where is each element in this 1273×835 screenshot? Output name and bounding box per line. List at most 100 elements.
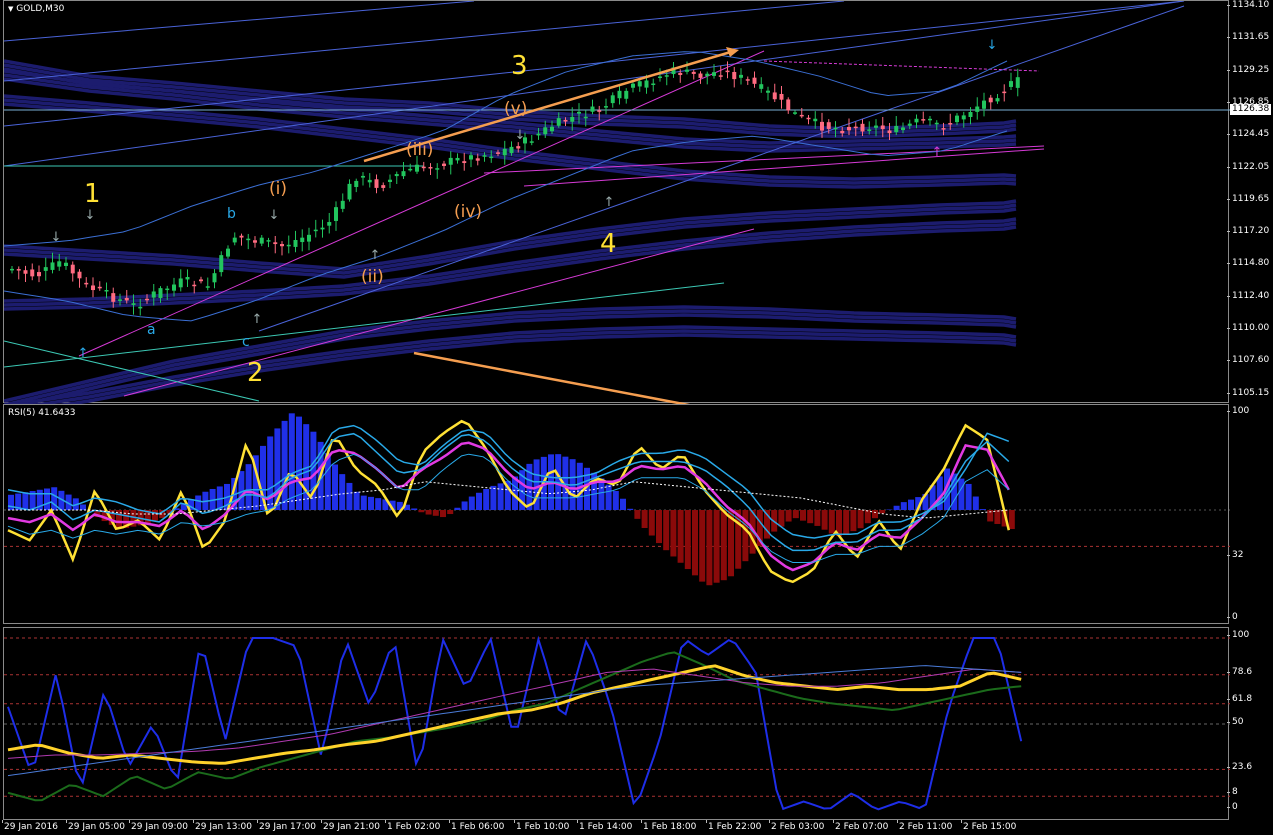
time-axis-label: 2 Feb 11:00 xyxy=(899,822,953,832)
axis-tick xyxy=(1227,231,1230,233)
candle-body xyxy=(232,237,237,243)
oscillator-axis: 100 78.6 61.8 50 23.6 8 0 xyxy=(1227,627,1273,820)
time-axis-tick xyxy=(129,820,130,823)
rsi-histogram-bar xyxy=(360,495,367,510)
wave-label-2: 2 xyxy=(247,358,264,388)
rsi-histogram-bar xyxy=(620,498,626,510)
candle-body xyxy=(590,106,595,112)
candle-body xyxy=(604,106,608,108)
rsi-histogram-bar xyxy=(605,484,612,510)
rsi-histogram-bar xyxy=(792,510,799,519)
axis-tick xyxy=(1227,5,1230,6)
candle-body xyxy=(759,84,764,89)
price-axis[interactable]: 1134.10 1131.65 1129.25 1126.85 1124.45 1122.… xyxy=(1227,0,1273,403)
time-axis-label: 29 Jan 2016 xyxy=(4,822,58,832)
time-axis-tick xyxy=(961,820,962,823)
rsi-histogram-bar xyxy=(490,485,497,510)
candle-body xyxy=(43,267,48,271)
rsi-tick-label: 32 xyxy=(1232,550,1244,560)
candle-body xyxy=(428,167,433,169)
axis-tick xyxy=(1227,360,1230,362)
candle-body xyxy=(529,141,534,143)
wave-label-v: (v) xyxy=(504,99,528,119)
candle-body xyxy=(212,273,217,283)
price-chart-pane[interactable]: ↓ ↓ ↑ ↑ ↓ ↑ ↓ ↑ ↓ ↑ ▼ GOLD,M30 1 2 3 4 a b c (i) … xyxy=(3,0,1230,404)
rsi-histogram-bar xyxy=(411,508,418,510)
candle-body xyxy=(84,282,89,285)
candle-body xyxy=(158,288,163,298)
candle-body xyxy=(394,174,399,177)
rsi-histogram-bar xyxy=(627,508,634,510)
rsi-histogram-bar xyxy=(368,496,374,510)
rsi-histogram-bar xyxy=(346,482,353,510)
candle-body xyxy=(124,297,129,301)
candle-body xyxy=(820,121,824,131)
rsi-histogram-bar xyxy=(720,510,727,581)
fractal-arrow-icon: ↑ xyxy=(78,346,89,361)
candle-body xyxy=(691,71,696,74)
time-axis-label: 2 Feb 07:00 xyxy=(835,822,889,832)
time-axis-tick xyxy=(2,820,3,823)
candle-body xyxy=(1009,81,1013,87)
candle-body xyxy=(907,123,912,126)
candle-body xyxy=(894,125,899,133)
rsi-histogram-bar xyxy=(425,510,432,515)
candle-body xyxy=(556,118,561,126)
oscillator-tick-label: 23.6 xyxy=(1232,762,1253,772)
chart-title-text: GOLD,M30 xyxy=(16,4,65,14)
candle-body xyxy=(253,240,257,243)
rsi-histogram-bar xyxy=(332,464,338,510)
candle-body xyxy=(874,125,878,128)
candle-body xyxy=(462,161,467,164)
candle-body xyxy=(111,293,116,302)
candle-body xyxy=(185,277,190,280)
candle-body xyxy=(955,115,959,123)
candle-body xyxy=(131,303,136,305)
rsi-indicator-pane[interactable]: RSI(5) 41.6433 xyxy=(3,404,1230,624)
candle-body xyxy=(988,97,993,103)
rsi-tick-label: 0 xyxy=(1232,612,1238,622)
rsi-histogram-bar xyxy=(692,510,698,576)
chart-menu-triangle-icon[interactable]: ▼ xyxy=(8,5,13,13)
candle-body xyxy=(448,157,453,165)
axis-tick xyxy=(1227,555,1230,556)
fractal-arrow-icon: ↑ xyxy=(604,195,615,210)
candle-body xyxy=(30,269,35,277)
oscillator-pane[interactable] xyxy=(3,627,1230,820)
axis-tick xyxy=(1227,37,1230,39)
candle-body xyxy=(489,156,494,159)
rsi-histogram-bar xyxy=(353,491,360,510)
candle-body xyxy=(813,118,818,122)
oscillator-tick-label: 50 xyxy=(1232,717,1244,727)
candle-body xyxy=(300,237,305,243)
price-tick-label: 1117.20 xyxy=(1232,226,1270,237)
axis-tick xyxy=(1227,411,1230,412)
candle-body xyxy=(435,168,440,170)
price-tick-label: 1112.40 xyxy=(1232,290,1270,301)
candle-body xyxy=(178,278,183,288)
candle-body xyxy=(617,90,622,99)
candle-body xyxy=(914,118,919,123)
rsi-histogram-bar xyxy=(461,501,468,510)
candle-body xyxy=(799,114,804,117)
time-axis-tick xyxy=(897,820,898,823)
rsi-histogram-bar xyxy=(778,510,785,527)
candle-body xyxy=(482,155,487,157)
time-axis-label: 1 Feb 02:00 xyxy=(387,822,441,832)
candle-body xyxy=(563,119,568,122)
fractal-arrow-icon: ↓ xyxy=(51,230,62,245)
candle-body xyxy=(577,111,581,114)
candle-body xyxy=(739,74,743,78)
candle-body xyxy=(631,83,635,88)
candle-body xyxy=(806,117,811,120)
time-axis-label: 29 Jan 09:00 xyxy=(131,822,188,832)
rsi-histogram-bar xyxy=(864,510,871,524)
candle-body xyxy=(752,77,757,84)
candle-body xyxy=(948,123,953,125)
candle-body xyxy=(583,116,588,119)
time-axis-label: 1 Feb 14:00 xyxy=(579,822,633,832)
candle-body xyxy=(293,240,298,247)
candle-body xyxy=(543,127,548,135)
candle-body xyxy=(745,79,750,81)
candle-body xyxy=(725,70,730,73)
